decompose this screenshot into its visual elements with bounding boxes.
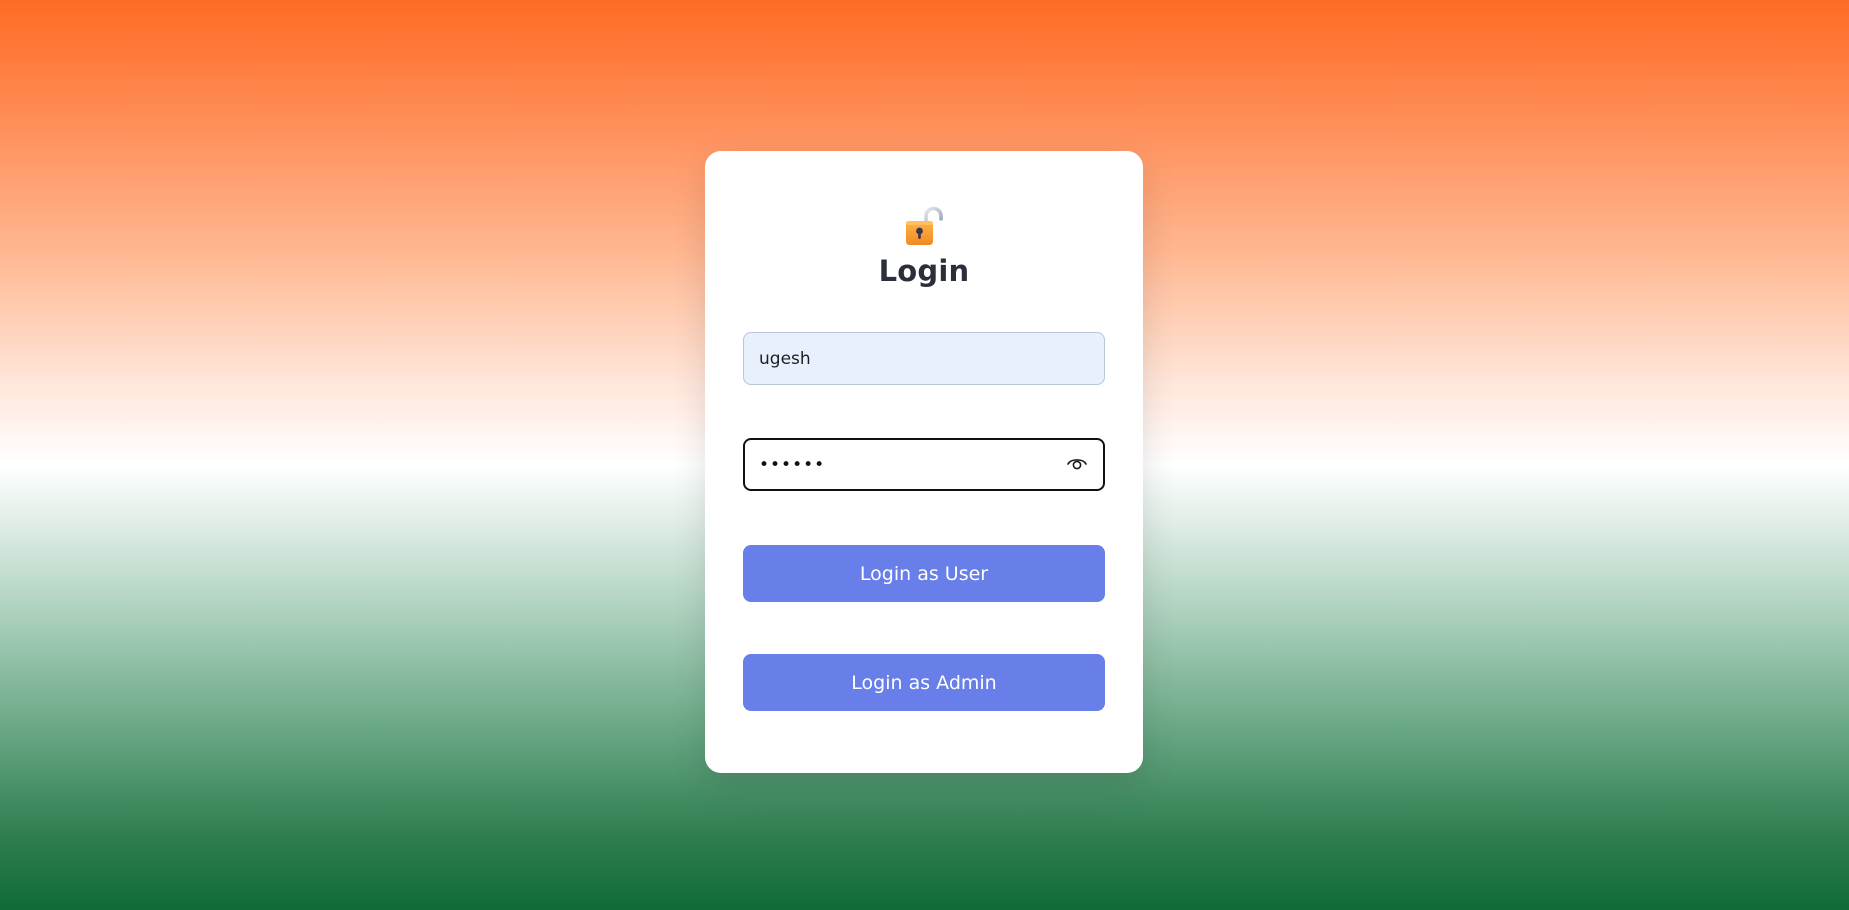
lock-icon-wrap: [705, 205, 1143, 249]
password-field-wrap: [743, 438, 1105, 491]
username-field[interactable]: [743, 332, 1105, 385]
login-as-user-button[interactable]: Login as User: [743, 545, 1105, 602]
eye-icon[interactable]: [1067, 456, 1087, 472]
unlocked-padlock-icon: [906, 206, 943, 245]
login-as-admin-button[interactable]: Login as Admin: [743, 654, 1105, 711]
login-card: Login Login as User Login as Admin: [705, 151, 1143, 773]
password-field[interactable]: [745, 440, 1073, 489]
page-title: Login: [878, 254, 970, 288]
